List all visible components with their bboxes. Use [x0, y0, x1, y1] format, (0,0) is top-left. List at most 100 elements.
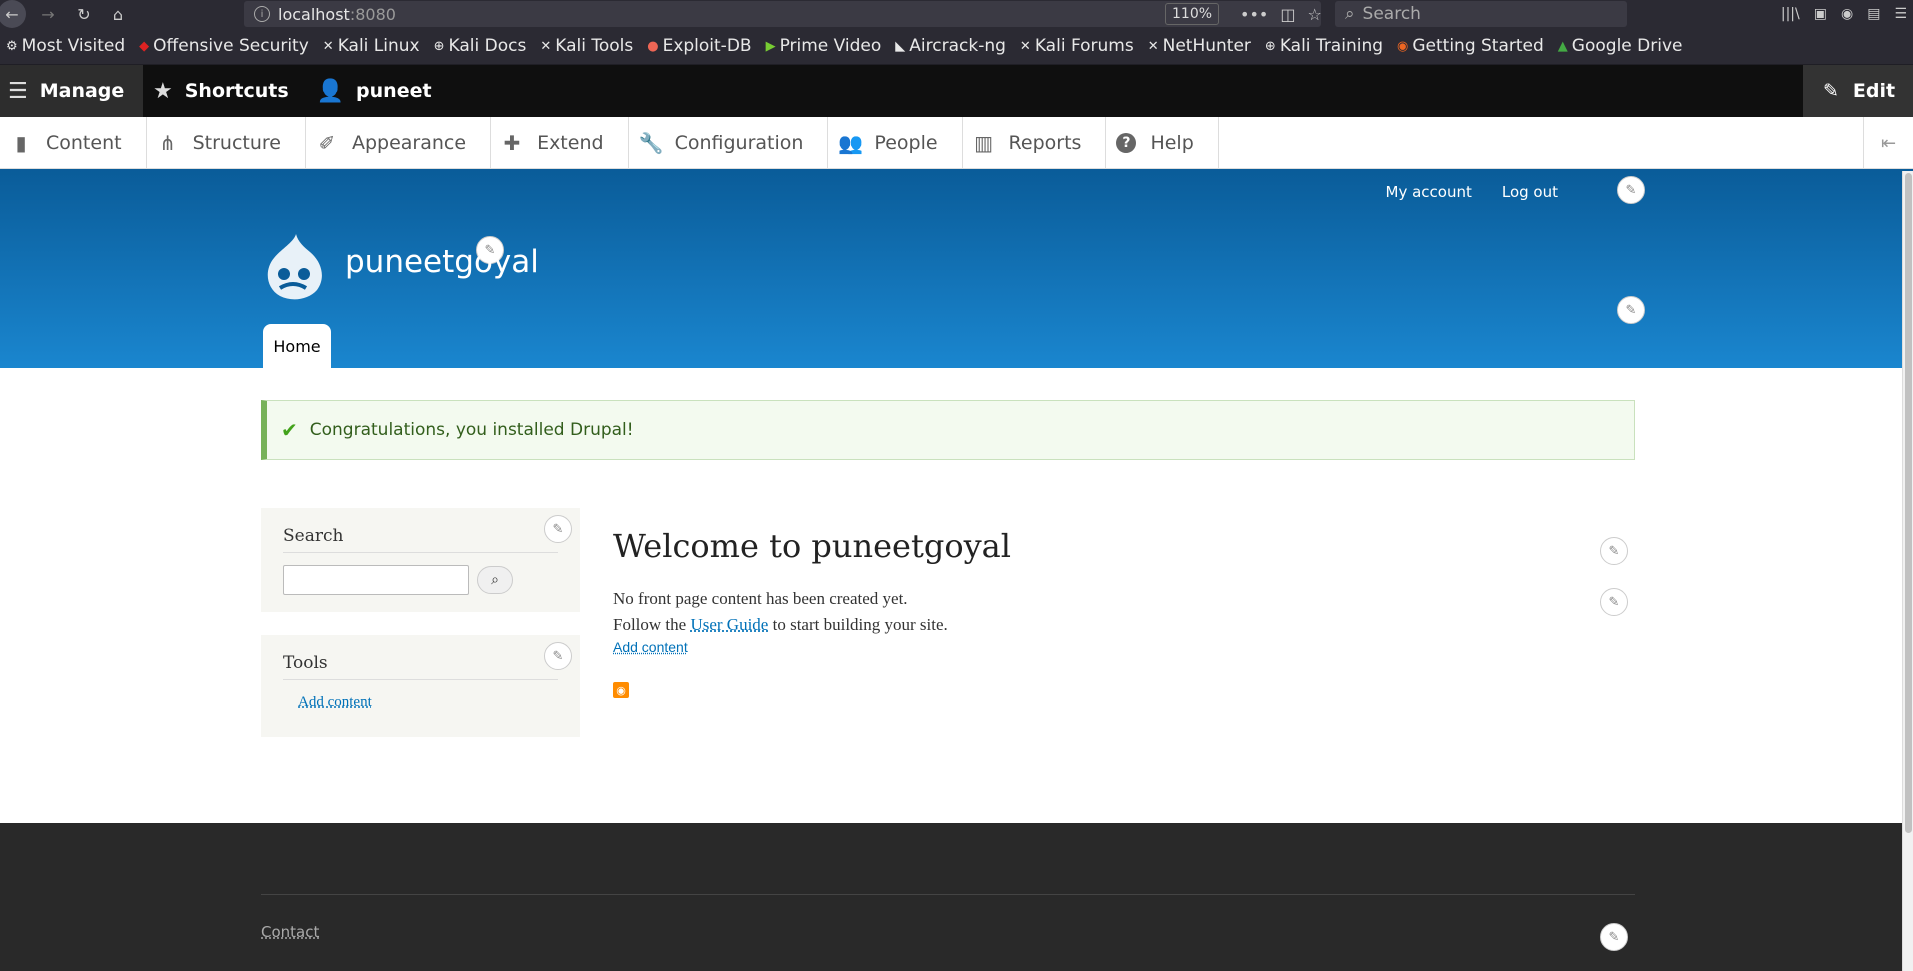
tab-home[interactable]: Home: [263, 324, 331, 368]
search-block-edit-icon[interactable]: ✎: [544, 515, 572, 543]
search-icon: ⌕: [1345, 4, 1355, 24]
tray-item-extend[interactable]: ✚ Extend: [491, 116, 629, 169]
tray-orientation-toggle[interactable]: ⇤: [1863, 117, 1913, 169]
tools-block-edit-icon[interactable]: ✎: [544, 642, 572, 670]
exploitdb-icon: ●: [647, 38, 659, 54]
bookmark-item[interactable]: ◉ Getting Started: [1397, 36, 1544, 56]
bar-chart-icon: ▥: [974, 130, 993, 155]
tray-item-structure[interactable]: ⋔ Structure: [147, 116, 306, 169]
forward-button[interactable]: →: [34, 0, 62, 28]
search-icon: ⌕: [491, 572, 499, 588]
manage-label: Manage: [39, 80, 125, 102]
reload-button[interactable]: ↻: [70, 0, 98, 28]
user-button[interactable]: 👤 puneet: [309, 65, 452, 117]
url-bar[interactable]: i localhost:8080: [244, 1, 1321, 27]
sidebar-icon[interactable]: ▣: [1814, 6, 1827, 22]
pocket-icon[interactable]: ◫: [1280, 5, 1295, 24]
bookmark-item[interactable]: ✕ NetHunter: [1148, 36, 1251, 56]
tools-add-content-link[interactable]: Add content: [298, 694, 372, 710]
account-menu-edit-icon[interactable]: ✎: [1617, 176, 1645, 204]
url-host: localhost: [278, 4, 350, 24]
bookmark-item[interactable]: ▶ Prime Video: [766, 36, 882, 56]
bookmark-item[interactable]: ✕ Kali Tools: [540, 36, 633, 56]
title-edit-icon[interactable]: ✎: [1600, 537, 1628, 565]
user-guide-line: Follow the User Guide to start building …: [613, 612, 948, 638]
bookmark-item[interactable]: ▲ Google Drive: [1558, 36, 1683, 56]
rss-feed-icon[interactable]: ◉: [613, 682, 629, 698]
drupal-logo[interactable]: [260, 232, 325, 302]
secondary-menu: My account Log out: [1386, 183, 1559, 201]
bookmark-item[interactable]: ✕ Kali Linux: [323, 36, 420, 56]
bookmark-item[interactable]: ✕ Kali Forums: [1020, 36, 1134, 56]
menu-icon[interactable]: ☰: [1894, 6, 1907, 22]
tools-block-title: Tools: [283, 653, 558, 680]
tools-block: Tools Add content: [261, 635, 580, 737]
shortcuts-button[interactable]: ★ Shortcuts: [143, 65, 309, 117]
tray-item-label: Structure: [192, 131, 281, 154]
bookmark-item[interactable]: ◣ Aircrack-ng: [895, 36, 1006, 56]
main-content: No front page content has been created y…: [613, 586, 948, 656]
back-button[interactable]: ←: [0, 0, 26, 28]
search-block-title: Search: [283, 526, 558, 553]
log-out-link[interactable]: Log out: [1502, 183, 1558, 201]
bookmark-item[interactable]: ⚙ Most Visited: [6, 36, 125, 56]
hamburger-icon: ☰: [8, 78, 28, 104]
main-menu-edit-icon[interactable]: ✎: [1617, 296, 1645, 324]
account-icon[interactable]: ◉: [1841, 6, 1853, 22]
bookmark-item[interactable]: ⊕ Kali Docs: [434, 36, 527, 56]
footer-divider: [261, 894, 1635, 895]
page-actions-icon[interactable]: •••: [1240, 5, 1268, 24]
tray-item-label: People: [874, 131, 938, 154]
search-submit-button[interactable]: ⌕: [477, 566, 513, 594]
kali-icon: ✕: [322, 38, 334, 54]
drive-icon: ▲: [1557, 38, 1568, 54]
my-account-link[interactable]: My account: [1386, 183, 1472, 201]
home-button[interactable]: ⌂: [104, 0, 132, 28]
firefox-icon: ◉: [1397, 38, 1409, 54]
bookmark-label: Google Drive: [1571, 36, 1683, 56]
tray-item-people[interactable]: 👥 People: [828, 116, 963, 169]
url-port: :8080: [349, 4, 396, 24]
content-edit-icon[interactable]: ✎: [1600, 588, 1628, 616]
zoom-level[interactable]: 110%: [1165, 3, 1220, 25]
bookmark-label: Kali Forums: [1034, 36, 1134, 56]
contact-link[interactable]: Contact: [261, 923, 319, 941]
page-title: Welcome to puneetgoyal: [613, 527, 1011, 565]
bookmark-label: Offensive Security: [153, 36, 309, 56]
offsec-icon: ◆: [139, 38, 150, 54]
edit-label: Edit: [1852, 80, 1896, 102]
bookmark-label: Getting Started: [1412, 36, 1544, 56]
no-content-text: No front page content has been created y…: [613, 589, 908, 608]
tray-item-content[interactable]: ▮ Content: [0, 116, 147, 169]
puzzle-icon: ✚: [503, 130, 521, 155]
tray-item-configuration[interactable]: 🔧 Configuration: [629, 116, 829, 169]
site-footer: Contact ✎: [0, 823, 1902, 971]
edit-button[interactable]: ✎ Edit: [1803, 65, 1913, 117]
browser-search-input[interactable]: ⌕ Search: [1335, 1, 1627, 27]
bookmark-star-icon[interactable]: ☆: [1307, 5, 1321, 24]
globe-icon: ⊕: [1264, 38, 1276, 54]
library-icon[interactable]: |||\: [1781, 6, 1800, 22]
footer-edit-icon[interactable]: ✎: [1600, 923, 1628, 951]
status-message: ✔ Congratulations, you installed Drupal!: [261, 400, 1635, 460]
search-block: Search ⌕: [261, 508, 580, 612]
tray-item-help[interactable]: ? Help: [1106, 116, 1219, 169]
page-scrollbar[interactable]: [1902, 171, 1913, 971]
bookmark-item[interactable]: ⊕ Kali Training: [1265, 36, 1383, 56]
manage-button[interactable]: ☰ Manage: [0, 65, 143, 117]
user-guide-link[interactable]: User Guide: [690, 615, 768, 634]
bookmark-label: Kali Training: [1279, 36, 1384, 56]
site-name[interactable]: puneetgoyal: [345, 244, 539, 280]
admin-toolbar: ☰ Manage ★ Shortcuts 👤 puneet ✎ Edit: [0, 65, 1913, 117]
tray-item-appearance[interactable]: ✐ Appearance: [306, 116, 492, 169]
bookmark-item[interactable]: ◆ Offensive Security: [139, 36, 309, 56]
site-info-icon[interactable]: i: [254, 6, 270, 22]
bookmark-item[interactable]: ● Exploit-DB: [647, 36, 751, 56]
browser-toolbar: ← → ↻ ⌂ i localhost:8080 110% ••• ◫ ☆ ⌕ …: [0, 0, 1913, 28]
scrollbar-thumb[interactable]: [1905, 173, 1912, 833]
search-input[interactable]: [283, 565, 469, 595]
extension-icon[interactable]: ▤: [1867, 6, 1880, 22]
tray-item-label: Extend: [537, 131, 604, 154]
add-content-link[interactable]: Add content: [613, 639, 688, 655]
tray-item-reports[interactable]: ▥ Reports: [963, 116, 1107, 169]
